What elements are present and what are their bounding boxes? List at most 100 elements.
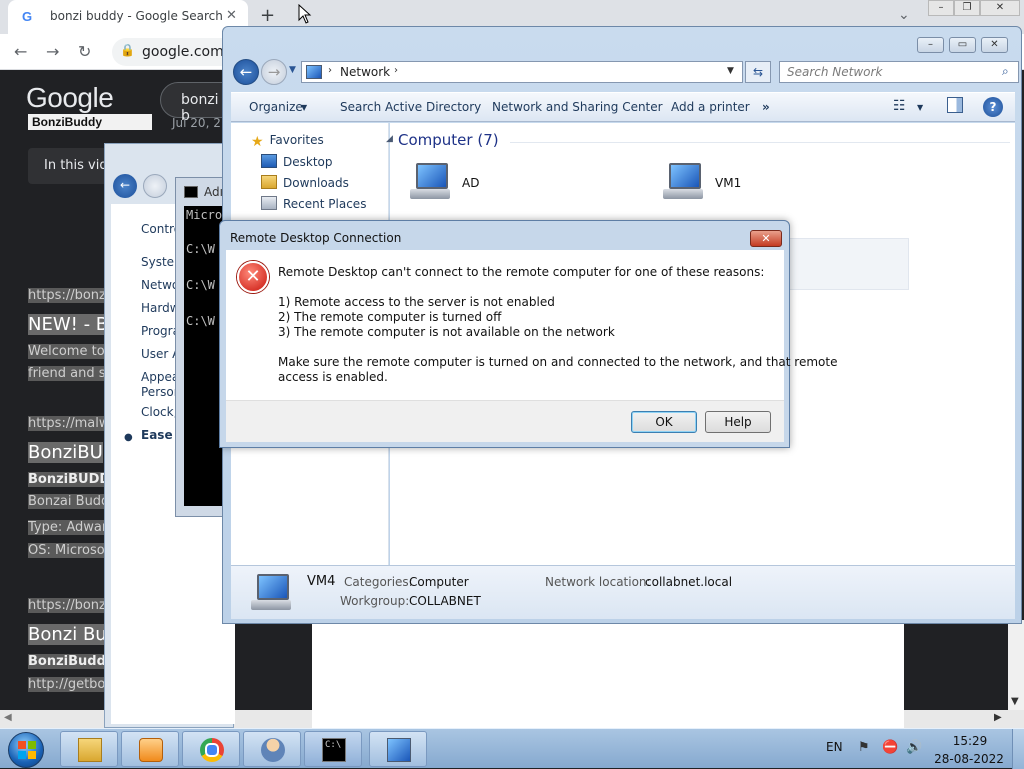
explorer-folder-icon — [78, 738, 102, 762]
categories-value: Computer — [409, 575, 469, 589]
cmd-window[interactable]: Adı Micro C:\W C:\W C:\W — [175, 177, 226, 517]
language-indicator[interactable]: EN — [826, 740, 843, 754]
forward-arrow-icon[interactable]: → — [46, 42, 59, 61]
result-snippet: Type: Adwar — [28, 520, 108, 535]
video-snippet: In this vid — [28, 148, 108, 184]
address-field[interactable]: › Network › ▼ — [301, 61, 743, 83]
back-arrow-icon[interactable]: ← — [233, 59, 259, 85]
cp-item[interactable]: Hardw — [141, 301, 180, 315]
mouse-pointer-icon — [298, 3, 312, 24]
taskbar-users[interactable] — [243, 731, 301, 767]
chevron-down-icon[interactable]: ▼ — [917, 103, 923, 112]
new-tab-button[interactable]: + — [260, 5, 275, 26]
breadcrumb[interactable]: Network — [340, 65, 390, 79]
scroll-right-icon[interactable]: ▶ — [994, 712, 1002, 723]
nav-desktop[interactable]: Desktop — [261, 154, 333, 169]
close-button[interactable]: ✕ — [980, 0, 1020, 16]
back-arrow-icon[interactable]: ← — [14, 42, 27, 61]
restore-button[interactable]: ❐ — [954, 0, 980, 16]
collapse-group-icon[interactable]: ◢ — [386, 134, 393, 144]
refresh-icon[interactable]: ⇆ — [745, 61, 771, 83]
vertical-scrollbar[interactable]: ▼ — [1008, 620, 1024, 710]
action-center-flag-icon[interactable]: ⚑ — [858, 740, 870, 755]
volume-icon[interactable]: 🔊 — [906, 740, 922, 755]
browser-tab[interactable]: G bonzi buddy - Google Search ✕ — [8, 0, 248, 34]
google-search-input[interactable]: bonzi b — [160, 82, 230, 124]
scroll-left-icon[interactable]: ◀ — [4, 712, 12, 723]
result-snippet: Bonzai Budd — [28, 494, 110, 509]
nav-recent-places[interactable]: Recent Places — [261, 196, 366, 211]
console-line: C:\W — [186, 278, 215, 292]
result-title[interactable]: BonziBU — [28, 442, 103, 463]
scroll-down-icon[interactable]: ▼ — [1011, 696, 1019, 707]
workgroup-label: Workgroup: — [340, 594, 410, 608]
chevron-right-icon[interactable]: › — [394, 65, 398, 76]
history-dropdown-icon[interactable]: ▼ — [289, 65, 296, 75]
clock-time[interactable]: 15:29 — [940, 734, 1000, 748]
back-arrow-icon[interactable]: ← — [113, 174, 137, 198]
help-button[interactable]: Help — [705, 411, 771, 433]
group-header[interactable]: Computer (7) — [398, 131, 499, 149]
dialog-footer: OK Help — [226, 400, 784, 442]
organize-menu[interactable]: Organize — [249, 100, 303, 114]
show-desktop-button[interactable] — [1012, 729, 1024, 769]
search-icon[interactable]: ⌕ — [1002, 64, 1009, 79]
computer-item-vm1[interactable]: VM1 — [663, 163, 783, 207]
ok-button[interactable]: OK — [631, 411, 697, 433]
error-message: Remote Desktop can't connect to the remo… — [278, 265, 765, 279]
network-sharing-center-button[interactable]: Network and Sharing Center — [492, 100, 663, 114]
details-pane: VM4 Categories: Computer Workgroup: COLL… — [231, 565, 1015, 619]
add-printer-button[interactable]: Add a printer — [671, 100, 750, 114]
taskbar-media-player[interactable] — [121, 731, 179, 767]
help-icon[interactable]: ? — [983, 97, 1003, 117]
console-line: C:\W — [186, 242, 215, 256]
minimize-button[interactable]: – — [917, 37, 944, 53]
recent-places-icon — [261, 196, 277, 210]
console-line: C:\W — [186, 314, 215, 328]
console-line: Micro — [186, 208, 223, 222]
taskbar-network[interactable] — [369, 731, 427, 767]
close-button[interactable]: ✕ — [750, 230, 782, 247]
close-button[interactable]: ✕ — [981, 37, 1008, 53]
clock-date[interactable]: 28-08-2022 — [934, 752, 1004, 766]
start-button[interactable] — [8, 732, 44, 768]
remote-desktop-error-dialog[interactable]: Remote Desktop Connection ✕ ✕ Remote Des… — [219, 220, 837, 448]
workgroup-value: COLLABNET — [409, 594, 481, 608]
taskbar-cmd[interactable]: C:\ — [304, 731, 362, 767]
result-url[interactable]: https://bonzi — [28, 288, 110, 303]
maximize-button[interactable]: ▭ — [949, 37, 976, 53]
cp-item[interactable]: Netwo — [141, 278, 179, 292]
chevron-down-icon[interactable]: ▼ — [727, 66, 734, 76]
result-title[interactable]: NEW! - B — [28, 314, 109, 335]
google-logo[interactable]: Google — [26, 82, 114, 114]
taskbar-chrome[interactable] — [182, 731, 240, 767]
forward-arrow-icon[interactable]: → — [261, 59, 287, 85]
search-input[interactable]: Search Network ⌕ — [779, 61, 1019, 83]
downloads-folder-icon — [261, 175, 277, 189]
cp-item[interactable]: Appea — [141, 370, 179, 384]
forward-arrow-icon[interactable] — [143, 174, 167, 198]
video-date: Jul 20, 2 — [172, 116, 221, 130]
group-divider — [510, 142, 1010, 143]
result-thumbnail-label[interactable]: BonziBuddy — [28, 114, 152, 130]
more-commands-button[interactable]: » — [762, 100, 770, 114]
nav-favorites[interactable]: ★ Favorites — [251, 133, 324, 150]
minimize-button[interactable]: – — [928, 0, 954, 16]
taskbar-explorer[interactable] — [60, 731, 118, 767]
chevron-right-icon[interactable]: › — [328, 65, 332, 76]
chevron-down-icon[interactable]: ▼ — [301, 103, 307, 112]
network-status-icon[interactable]: ⛔ — [882, 740, 898, 755]
result-url[interactable]: https://bonzi — [28, 598, 110, 613]
nav-downloads[interactable]: Downloads — [261, 175, 349, 190]
search-active-directory-button[interactable]: Search Active Directory — [340, 100, 481, 114]
result-url[interactable]: https://malw — [28, 416, 110, 431]
cp-item[interactable]: Clock, — [141, 405, 177, 419]
result-title[interactable]: Bonzi Bu — [28, 624, 107, 645]
preview-pane-icon[interactable] — [947, 97, 963, 113]
view-options-icon[interactable]: ☷ — [893, 98, 906, 114]
reload-icon[interactable]: ↻ — [78, 42, 91, 61]
tab-title: bonzi buddy - Google Search — [50, 9, 223, 23]
tab-close-icon[interactable]: ✕ — [226, 8, 237, 23]
computer-item-ad[interactable]: AD — [410, 163, 530, 207]
tab-search-icon[interactable]: ⌄ — [898, 7, 910, 23]
